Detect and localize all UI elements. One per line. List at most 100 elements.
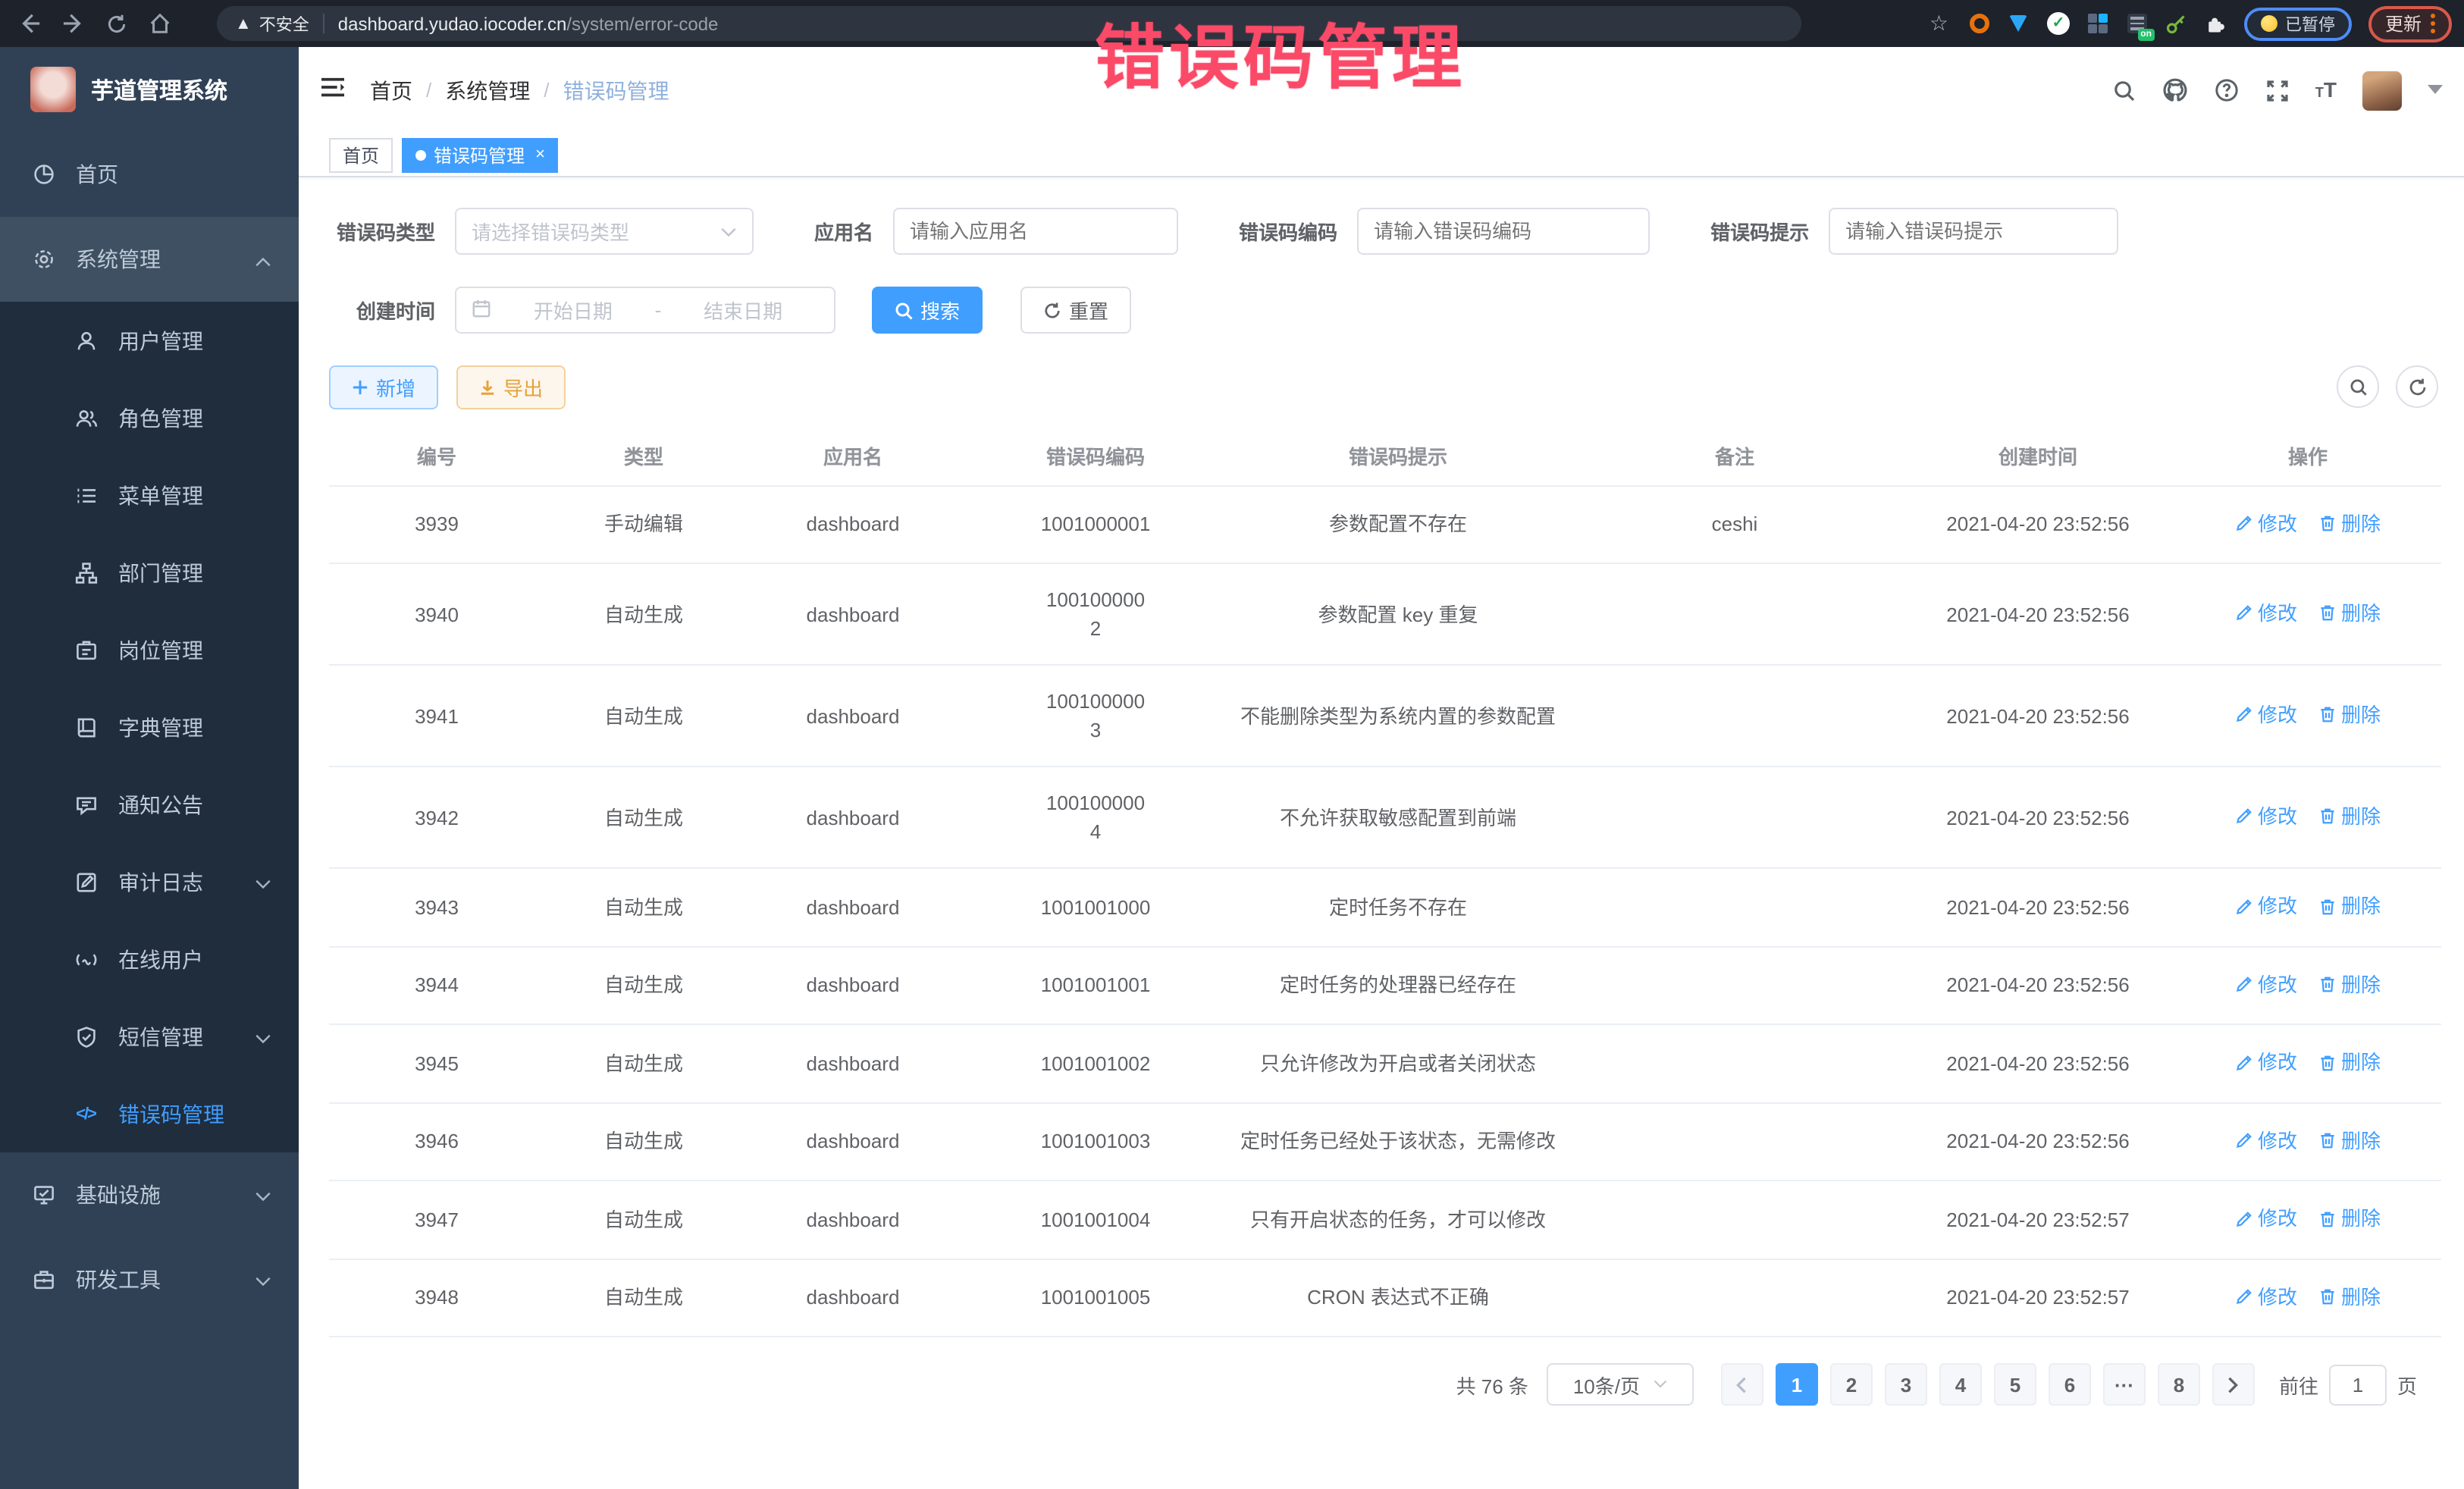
paused-extension-badge[interactable]: 已暂停 bbox=[2244, 7, 2352, 40]
refresh-table-button[interactable] bbox=[2396, 365, 2438, 408]
sidebar-item-6[interactable]: 岗位管理 bbox=[0, 611, 299, 688]
address-bar[interactable]: ▲ 不安全 dashboard.yudao.iocoder.cn /system… bbox=[217, 6, 1801, 41]
code-icon: </> bbox=[73, 1105, 99, 1123]
delete-link[interactable]: 删除 bbox=[2318, 701, 2381, 729]
page-button-3[interactable]: 3 bbox=[1885, 1363, 1927, 1406]
edit-link[interactable]: 修改 bbox=[2235, 802, 2297, 831]
page-button-5[interactable]: 5 bbox=[1994, 1363, 2036, 1406]
row-actions: 修改删除 bbox=[2174, 563, 2441, 665]
search-button-label: 搜索 bbox=[920, 296, 960, 324]
row-app: dashboard bbox=[743, 946, 963, 1024]
extension-blue-icon[interactable] bbox=[2008, 12, 2030, 35]
browser-back-icon[interactable] bbox=[18, 12, 41, 35]
extension-grid-icon[interactable] bbox=[2086, 12, 2109, 35]
edit-link[interactable]: 修改 bbox=[2235, 509, 2297, 538]
header-search-icon[interactable] bbox=[2112, 78, 2136, 102]
next-page-button[interactable] bbox=[2212, 1363, 2255, 1406]
page-button-1[interactable]: 1 bbox=[1776, 1363, 1818, 1406]
delete-link[interactable]: 删除 bbox=[2318, 970, 2381, 998]
page-button-4[interactable]: 4 bbox=[1939, 1363, 1982, 1406]
app-name-input[interactable] bbox=[893, 208, 1178, 255]
bookmark-star-icon[interactable]: ☆ bbox=[1930, 11, 1948, 36]
delete-link[interactable]: 删除 bbox=[2318, 509, 2381, 538]
browser-update-button[interactable]: 更新 bbox=[2368, 5, 2452, 42]
sidebar-item-14[interactable]: 研发工具 bbox=[0, 1237, 299, 1322]
sidebar-item-11[interactable]: 短信管理 bbox=[0, 998, 299, 1075]
delete-link[interactable]: 删除 bbox=[2318, 1204, 2381, 1233]
goto-page-input[interactable] bbox=[2329, 1364, 2387, 1405]
page-content: 错误码类型 请选择错误码类型 应用名 错误码编码 bbox=[299, 177, 2464, 1489]
tag-home[interactable]: 首页 bbox=[329, 137, 393, 172]
fullscreen-icon[interactable] bbox=[2265, 78, 2290, 102]
toggle-search-button[interactable] bbox=[2337, 365, 2379, 408]
extension-orange-icon[interactable] bbox=[1968, 12, 1991, 35]
edit-link[interactable]: 修改 bbox=[2235, 701, 2297, 729]
export-button[interactable]: 导出 bbox=[456, 365, 566, 409]
page-size-select[interactable]: 10条/页 bbox=[1547, 1363, 1694, 1406]
row-code: 1001001001 bbox=[963, 946, 1228, 1024]
browser-menu-icon[interactable] bbox=[2431, 14, 2435, 33]
edit-link[interactable]: 修改 bbox=[2235, 892, 2297, 920]
row-type: 自动生成 bbox=[544, 563, 743, 665]
app-logo-row[interactable]: 芋道管理系统 bbox=[0, 47, 299, 132]
edit-link[interactable]: 修改 bbox=[2235, 970, 2297, 998]
browser-home-icon[interactable] bbox=[149, 12, 171, 35]
sidebar-toggle-icon[interactable] bbox=[320, 75, 346, 105]
sidebar-item-4[interactable]: 菜单管理 bbox=[0, 456, 299, 534]
edit-link[interactable]: 修改 bbox=[2235, 1126, 2297, 1155]
row-actions: 修改删除 bbox=[2174, 665, 2441, 766]
sidebar-item-9[interactable]: 审计日志 bbox=[0, 843, 299, 920]
error-code-table: 编号类型应用名错误码编码错误码提示备注创建时间操作 3939手动编辑dashbo… bbox=[329, 428, 2441, 1337]
browser-forward-icon[interactable] bbox=[62, 12, 85, 35]
date-range-picker[interactable]: 开始日期 - 结束日期 bbox=[455, 287, 835, 334]
add-button[interactable]: 新增 bbox=[329, 365, 438, 409]
more-pages-button[interactable]: ··· bbox=[2103, 1363, 2146, 1406]
page-button-8[interactable]: 8 bbox=[2158, 1363, 2200, 1406]
delete-link[interactable]: 删除 bbox=[2318, 1048, 2381, 1077]
extension-key-icon[interactable] bbox=[2165, 12, 2188, 35]
extension-list-icon[interactable]: on bbox=[2126, 12, 2149, 35]
delete-link[interactable]: 删除 bbox=[2318, 599, 2381, 628]
sidebar-item-7[interactable]: 字典管理 bbox=[0, 688, 299, 766]
breadcrumb-home[interactable]: 首页 bbox=[370, 75, 412, 105]
edit-icon bbox=[2235, 706, 2253, 724]
prev-page-button[interactable] bbox=[1721, 1363, 1763, 1406]
sidebar-item-2[interactable]: 用户管理 bbox=[0, 302, 299, 379]
sidebar-item-8[interactable]: 通知公告 bbox=[0, 766, 299, 843]
edit-link[interactable]: 修改 bbox=[2235, 599, 2297, 628]
reset-button[interactable]: 重置 bbox=[1020, 287, 1131, 334]
delete-link[interactable]: 删除 bbox=[2318, 1126, 2381, 1155]
gear-icon bbox=[30, 247, 56, 271]
delete-link[interactable]: 删除 bbox=[2318, 1282, 2381, 1311]
sidebar-item-5[interactable]: 部门管理 bbox=[0, 534, 299, 611]
user-menu-caret-icon[interactable] bbox=[2428, 85, 2443, 96]
page-button-6[interactable]: 6 bbox=[2049, 1363, 2091, 1406]
sidebar-item-10[interactable]: 在线用户 bbox=[0, 920, 299, 998]
row-app: dashboard bbox=[743, 1180, 963, 1259]
search-button[interactable]: 搜索 bbox=[872, 287, 983, 334]
edit-link[interactable]: 修改 bbox=[2235, 1204, 2297, 1233]
github-icon[interactable] bbox=[2162, 77, 2188, 103]
user-avatar[interactable] bbox=[2362, 71, 2402, 110]
sidebar-item-0[interactable]: 首页 bbox=[0, 132, 299, 217]
error-hint-input[interactable] bbox=[1829, 208, 2118, 255]
sidebar-item-1[interactable]: 系统管理 bbox=[0, 217, 299, 302]
error-code-input[interactable] bbox=[1357, 208, 1650, 255]
font-size-icon[interactable]: TT bbox=[2315, 77, 2337, 104]
browser-reload-icon[interactable] bbox=[106, 13, 127, 34]
delete-link[interactable]: 删除 bbox=[2318, 802, 2381, 831]
page-button-2[interactable]: 2 bbox=[1830, 1363, 1873, 1406]
edit-link[interactable]: 修改 bbox=[2235, 1048, 2297, 1077]
delete-link[interactable]: 删除 bbox=[2318, 892, 2381, 920]
error-type-select[interactable]: 请选择错误码类型 bbox=[455, 208, 754, 255]
breadcrumb-system[interactable]: 系统管理 bbox=[445, 75, 530, 105]
sidebar-item-3[interactable]: 角色管理 bbox=[0, 379, 299, 456]
extension-green-check-icon[interactable]: ✓ bbox=[2047, 12, 2070, 35]
extensions-puzzle-icon[interactable] bbox=[2205, 12, 2227, 35]
sidebar-item-12[interactable]: </>错误码管理 bbox=[0, 1075, 299, 1152]
help-icon[interactable] bbox=[2214, 77, 2240, 103]
edit-link[interactable]: 修改 bbox=[2235, 1282, 2297, 1311]
tag-error-code[interactable]: 错误码管理 × bbox=[402, 137, 559, 172]
sidebar-item-13[interactable]: 基础设施 bbox=[0, 1152, 299, 1237]
tag-close-icon[interactable]: × bbox=[535, 146, 545, 164]
